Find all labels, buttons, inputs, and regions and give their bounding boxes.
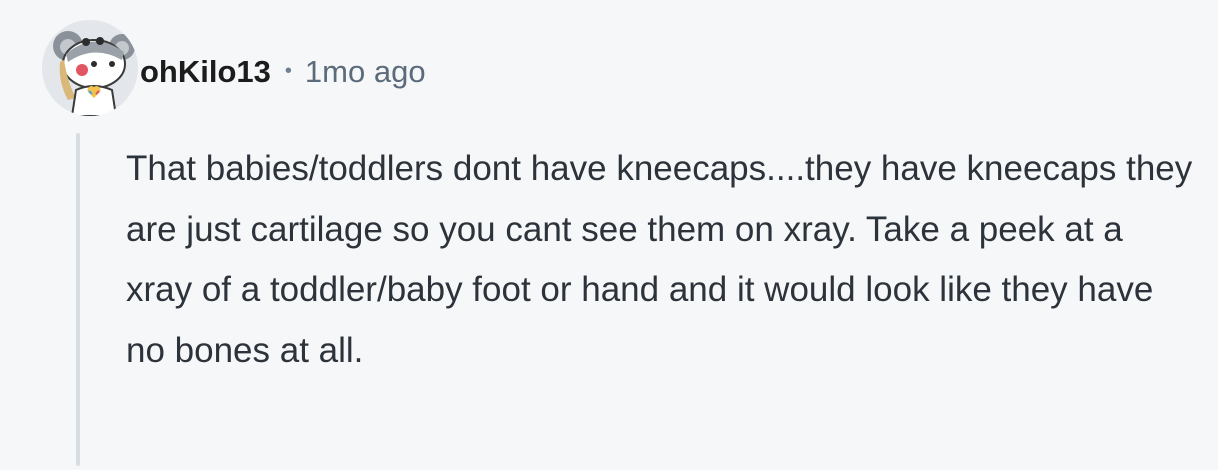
separator-dot: • <box>284 59 292 82</box>
thread-collapse-line[interactable] <box>76 133 80 466</box>
user-avatar[interactable] <box>42 20 138 116</box>
comment: ohKilo13 • 1mo ago That babies/toddlers … <box>0 0 1218 470</box>
comment-body: That babies/toddlers dont have kneecaps.… <box>126 149 1193 370</box>
comment-header: ohKilo13 • 1mo ago <box>140 50 426 94</box>
comment-timestamp[interactable]: 1mo ago <box>305 54 426 90</box>
snoo-koala-avatar-icon <box>42 20 138 116</box>
username-link[interactable]: ohKilo13 <box>140 54 271 90</box>
